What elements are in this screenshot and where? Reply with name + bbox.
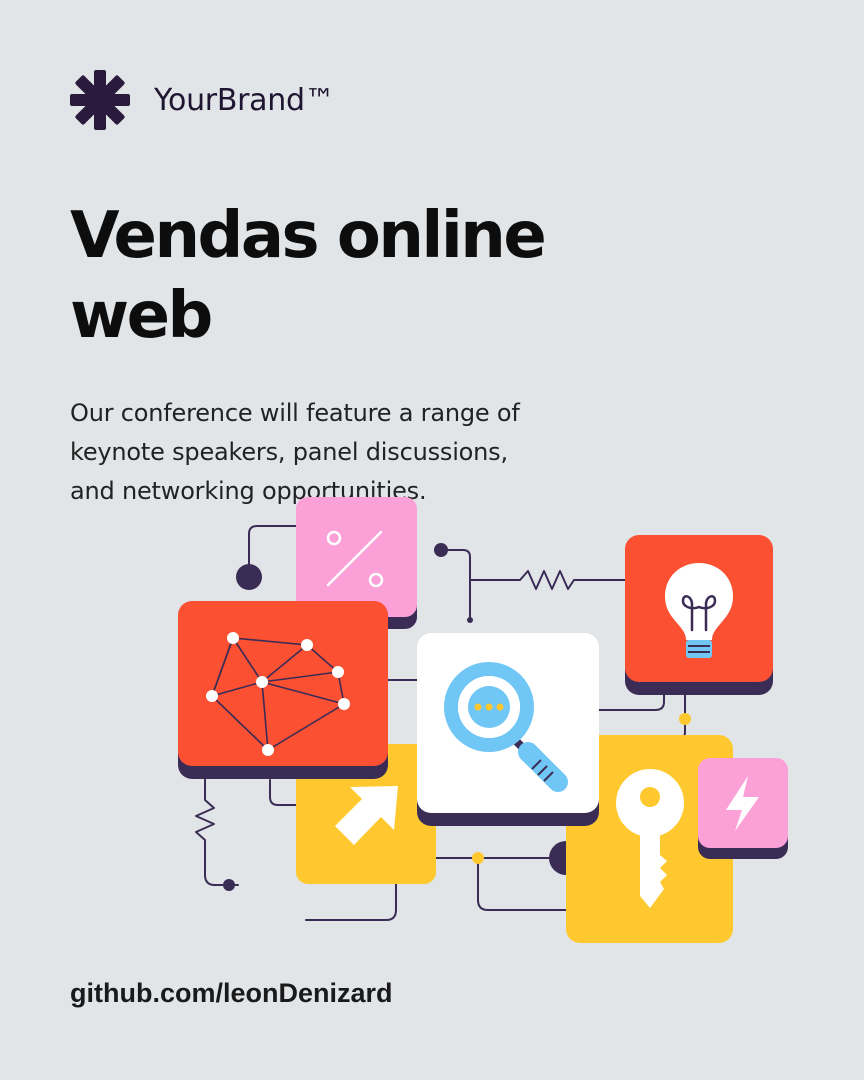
tech-illustration <box>178 497 788 943</box>
network-tile <box>178 601 388 779</box>
magnifier-tile <box>417 633 599 826</box>
lightning-tile <box>698 758 788 859</box>
github-link[interactable]: github.com/leonDenizard <box>70 978 393 1009</box>
lightbulb-tile <box>625 535 773 695</box>
